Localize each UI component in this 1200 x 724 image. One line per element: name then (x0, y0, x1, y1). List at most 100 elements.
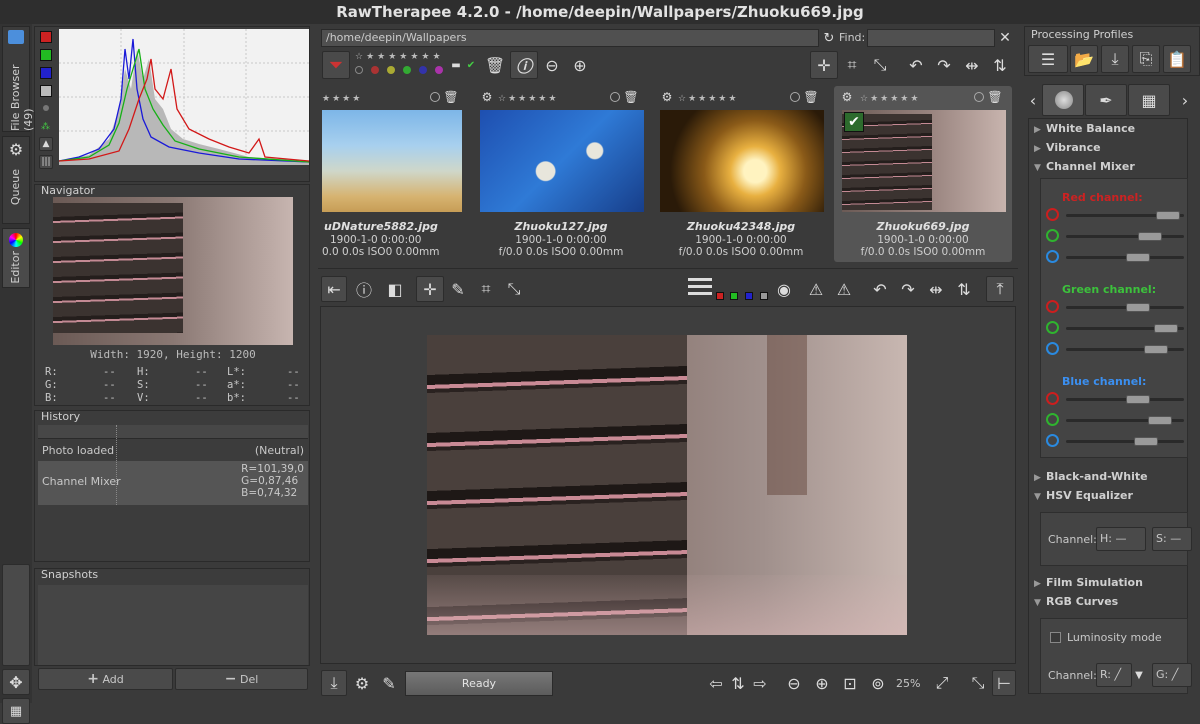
tab-editor[interactable]: Editor (2, 228, 30, 288)
luminosity-checkbox[interactable] (1050, 632, 1061, 643)
channel-slider[interactable] (1066, 232, 1184, 241)
gear-icon[interactable]: ⚙ (660, 90, 674, 104)
tab-file-browser[interactable]: File Browser (49) (2, 26, 35, 132)
channel-reset-icon[interactable] (1046, 229, 1059, 242)
trash-icon[interactable]: 🗑 (623, 90, 638, 104)
slider-knob[interactable] (1126, 303, 1150, 312)
hsv-s-selector[interactable]: S: — (1152, 527, 1192, 551)
fullscreen-icon[interactable]: ⤡ (966, 671, 990, 695)
channel-slider[interactable] (1066, 345, 1184, 354)
color-label-icon[interactable] (610, 92, 620, 102)
open-profile-icon[interactable]: 📂 (1070, 45, 1098, 73)
refresh-icon[interactable]: ↻ (822, 29, 836, 47)
history-row[interactable]: Channel Mixer R=101,39,0 G=0,87,46 B=0,7… (38, 461, 308, 505)
luminance-toggle[interactable] (40, 85, 52, 97)
thumbnail[interactable]: ⚙ ☆★★★★★ 🗑 Zhuoku127.jpg 1900-1-0 0:00:0… (476, 86, 646, 262)
save-profile-icon[interactable]: ⤓ (1101, 45, 1129, 73)
rating-stars[interactable]: ★★★★ (322, 94, 362, 104)
zoom-out-icon[interactable]: ⊖ (540, 53, 564, 77)
section-channel-mixer[interactable]: ▼ Channel Mixer (1034, 160, 1135, 173)
profile-selector-icon[interactable]: ☰ (1028, 45, 1068, 73)
channel-slider[interactable] (1066, 303, 1184, 312)
zoom-in-icon[interactable]: ⊕ (810, 671, 834, 695)
save-icon[interactable]: ⤓ (321, 670, 347, 696)
section-film-simulation[interactable]: ▶ Film Simulation (1034, 576, 1143, 589)
tab-color[interactable]: ▦ (1128, 84, 1170, 116)
slider-knob[interactable] (1138, 232, 1162, 241)
flip-vertical-icon[interactable]: ⇅ (988, 53, 1012, 77)
queue-icon[interactable]: ⚙ (350, 671, 374, 695)
shadow-clip-warning-icon[interactable]: ⚠ (804, 277, 828, 301)
clear-find-icon[interactable]: ✕ (998, 29, 1012, 47)
preview-blue-toggle[interactable] (745, 292, 753, 300)
hide-top-panel-icon[interactable]: ⤒ (986, 276, 1014, 302)
find-input[interactable] (867, 29, 995, 47)
slider-knob[interactable] (1126, 253, 1150, 262)
slider-knob[interactable] (1148, 416, 1172, 425)
flip-vertical-icon[interactable]: ⇅ (952, 277, 976, 301)
preview-green-toggle[interactable] (730, 292, 738, 300)
hand-tool-icon[interactable]: ✛ (416, 276, 444, 302)
preview-mode-icon[interactable] (688, 276, 712, 300)
rotate-right-icon[interactable]: ↷ (932, 53, 956, 77)
channel-reset-icon[interactable] (1046, 392, 1059, 405)
blue-channel-toggle[interactable] (40, 67, 52, 79)
zoom-100-icon[interactable]: ⊚ (866, 671, 890, 695)
rgb-r-curve[interactable]: R: ╱ (1096, 663, 1132, 687)
color-label-icon[interactable] (790, 92, 800, 102)
rotate-left-icon[interactable]: ↶ (868, 277, 892, 301)
channel-reset-icon[interactable] (1046, 434, 1059, 447)
filter-icon[interactable]: ⏷ (322, 51, 350, 79)
rating-stars[interactable]: ☆★★★★★ (498, 94, 558, 104)
color-picker-icon[interactable]: ✎ (446, 277, 470, 301)
mode-toggle-icon[interactable]: ||| (39, 155, 53, 169)
trash-icon[interactable]: 🗑 (987, 90, 1002, 104)
info-icon[interactable]: ⓘ (510, 51, 538, 79)
star-filter[interactable]: ☆★★★★★★★ (355, 52, 444, 62)
channel-reset-icon[interactable] (1046, 250, 1059, 263)
channel-reset-icon[interactable] (1046, 413, 1059, 426)
checked-filter-icon[interactable]: ✔ (465, 53, 477, 77)
copy-profile-icon[interactable]: ⎘ (1132, 45, 1160, 73)
gear-icon[interactable]: ⚙ (480, 90, 494, 104)
channel-slider[interactable] (1066, 324, 1184, 333)
color-label-icon[interactable] (430, 92, 440, 102)
previous-image-icon[interactable]: ⇦ (705, 671, 727, 695)
check-icon[interactable]: ✔ (844, 112, 864, 132)
thumbnail[interactable]: ★★★★ 🗑 uDNature5882.jpg 1900-1-0 0:00:00… (318, 86, 488, 262)
edited-filter-icon[interactable]: ▬ (450, 53, 462, 77)
channel-reset-icon[interactable] (1046, 321, 1059, 334)
channel-slider[interactable] (1066, 211, 1184, 220)
color-label-icon[interactable] (974, 92, 984, 102)
sync-icon[interactable]: ⇅ (727, 671, 749, 695)
color-label-filter[interactable] (355, 66, 455, 76)
slider-knob[interactable] (1144, 345, 1168, 354)
add-snapshot-button[interactable]: + Add (38, 668, 173, 690)
straighten-icon[interactable]: ⤡ (868, 53, 892, 77)
slider-knob[interactable] (1154, 324, 1178, 333)
flip-horizontal-icon[interactable]: ⇹ (924, 277, 948, 301)
gear-icon[interactable]: ⚙ (840, 90, 854, 104)
hide-left-panel-icon[interactable]: ⇤ (321, 276, 347, 302)
info-icon[interactable]: ⓘ (352, 277, 376, 301)
thumbnail-selected[interactable]: ⚙ ☆★★★★★ 🗑 ✔ Zhuoku669.jpg 1900-1-0 0:00… (834, 86, 1012, 262)
splitter[interactable] (318, 268, 1018, 271)
highlight-clip-warning-icon[interactable]: ⚠ (832, 277, 856, 301)
channel-slider[interactable] (1066, 437, 1184, 446)
zoom-in-icon[interactable]: ⊕ (568, 53, 592, 77)
red-channel-toggle[interactable] (40, 31, 52, 43)
channel-slider[interactable] (1066, 253, 1184, 262)
preview-red-toggle[interactable] (716, 292, 724, 300)
crosshair-icon[interactable]: ✛ (810, 51, 838, 79)
tab-exposure[interactable] (1042, 84, 1084, 116)
rating-stars[interactable]: ☆★★★★★ (860, 94, 920, 104)
chroma-icon[interactable]: ⁂ (41, 122, 50, 132)
snapshots-list[interactable] (38, 585, 308, 665)
flip-horizontal-icon[interactable]: ⇹ (960, 53, 984, 77)
hide-right-panel-icon[interactable]: ⊢ (992, 670, 1016, 696)
chevron-down-icon[interactable]: ▼ (1133, 665, 1145, 685)
green-channel-toggle[interactable] (40, 49, 52, 61)
focus-mask-icon[interactable]: ◉ (772, 277, 796, 301)
rotate-right-icon[interactable]: ↷ (896, 277, 920, 301)
channel-slider[interactable] (1066, 395, 1184, 404)
